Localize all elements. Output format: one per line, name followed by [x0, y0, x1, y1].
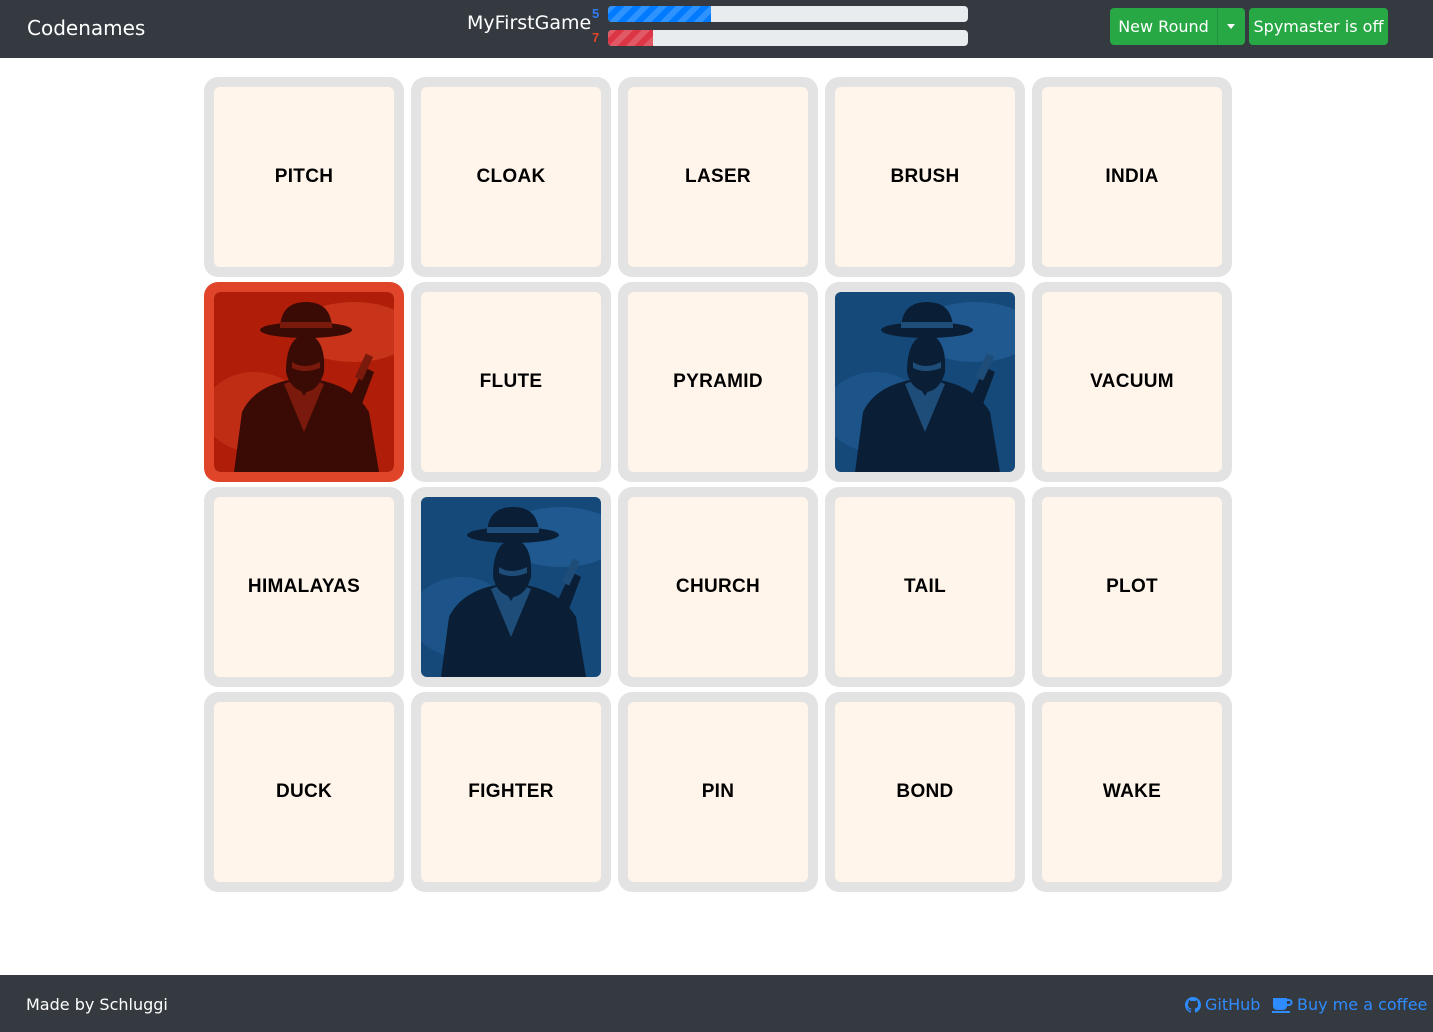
app-brand[interactable]: Codenames [27, 16, 145, 40]
card-face [421, 497, 601, 677]
word-card[interactable]: LASER [618, 77, 818, 277]
card-face: CLOAK [421, 87, 601, 267]
word-card[interactable]: CHURCH [618, 487, 818, 687]
spymaster-toggle-button[interactable]: Spymaster is off [1249, 8, 1388, 45]
card-face: DUCK [214, 702, 394, 882]
caret-down-icon [1227, 24, 1235, 29]
blue-remaining-count: 5 [592, 6, 600, 21]
card-face: PIN [628, 702, 808, 882]
github-icon [1185, 996, 1201, 1013]
blue-progress-fill [608, 6, 711, 22]
card-face: BOND [835, 702, 1015, 882]
red-agent-icon [214, 292, 394, 472]
card-face: PYRAMID [628, 292, 808, 472]
card-word: WAKE [1102, 781, 1162, 802]
word-card[interactable]: PITCH [204, 77, 404, 277]
card-word: CHURCH [675, 576, 761, 597]
revealed-blue-card[interactable] [411, 487, 611, 687]
card-face: WAKE [1042, 702, 1222, 882]
revealed-blue-card[interactable] [825, 282, 1025, 482]
red-remaining-count: 7 [592, 30, 600, 45]
buy-coffee-label: Buy me a coffee [1297, 995, 1428, 1014]
blue-progress-bar [608, 6, 968, 22]
card-word: HIMALAYAS [247, 576, 361, 597]
card-face: HIMALAYAS [214, 497, 394, 677]
game-name: MyFirstGame [467, 12, 592, 34]
card-face: PLOT [1042, 497, 1222, 677]
word-card[interactable]: PLOT [1032, 487, 1232, 687]
new-round-button[interactable]: New Round [1110, 8, 1217, 45]
card-face: TAIL [835, 497, 1015, 677]
coffee-icon [1272, 997, 1293, 1013]
red-progress-bar [608, 30, 968, 46]
card-word: PYRAMID [673, 371, 763, 392]
navbar: Codenames MyFirstGame 5 7 New Round Spym… [0, 0, 1433, 58]
word-card[interactable]: TAIL [825, 487, 1025, 687]
card-word: PLOT [1106, 576, 1158, 597]
word-card[interactable]: BOND [825, 692, 1025, 892]
word-card[interactable]: PYRAMID [618, 282, 818, 482]
card-face: INDIA [1042, 87, 1222, 267]
word-card[interactable]: DUCK [204, 692, 404, 892]
github-link[interactable]: GitHub [1185, 995, 1260, 1014]
word-card[interactable]: FLUTE [411, 282, 611, 482]
game-board: PITCH CLOAK LASER BRUSH INDIA FLUTE PYRAMID V… [204, 77, 1232, 892]
card-word: DUCK [275, 781, 333, 802]
card-face: CHURCH [628, 497, 808, 677]
card-word: BRUSH [890, 166, 960, 187]
card-face: FLUTE [421, 292, 601, 472]
word-card[interactable]: HIMALAYAS [204, 487, 404, 687]
blue-agent-icon [835, 292, 1015, 472]
card-word: TAIL [903, 576, 946, 597]
new-round-dropdown-toggle[interactable] [1217, 8, 1245, 45]
made-by-text: Made by Schluggi [26, 995, 168, 1014]
red-progress-fill [608, 30, 653, 46]
card-face: BRUSH [835, 87, 1015, 267]
card-word: FIGHTER [468, 781, 554, 802]
card-word: BOND [896, 781, 954, 802]
card-face [214, 292, 394, 472]
card-face: PITCH [214, 87, 394, 267]
revealed-red-card[interactable] [204, 282, 404, 482]
github-link-label: GitHub [1205, 995, 1261, 1014]
card-face: LASER [628, 87, 808, 267]
card-word: CLOAK [476, 166, 546, 187]
word-card[interactable]: VACUUM [1032, 282, 1232, 482]
card-face: FIGHTER [421, 702, 601, 882]
card-word: INDIA [1105, 166, 1159, 187]
card-word: VACUUM [1090, 371, 1174, 392]
card-word: FLUTE [479, 371, 543, 392]
word-card[interactable]: CLOAK [411, 77, 611, 277]
word-card[interactable]: PIN [618, 692, 818, 892]
blue-agent-icon [421, 497, 601, 677]
card-word: PIN [701, 781, 735, 802]
word-card[interactable]: WAKE [1032, 692, 1232, 892]
buy-coffee-link[interactable]: Buy me a coffee [1272, 995, 1427, 1014]
card-word: LASER [685, 166, 751, 187]
word-card[interactable]: INDIA [1032, 77, 1232, 277]
word-card[interactable]: BRUSH [825, 77, 1025, 277]
card-word: PITCH [274, 166, 334, 187]
card-face [835, 292, 1015, 472]
card-face: VACUUM [1042, 292, 1222, 472]
footer: Made by Schluggi GitHub Buy me a coffee [0, 975, 1433, 1032]
word-card[interactable]: FIGHTER [411, 692, 611, 892]
